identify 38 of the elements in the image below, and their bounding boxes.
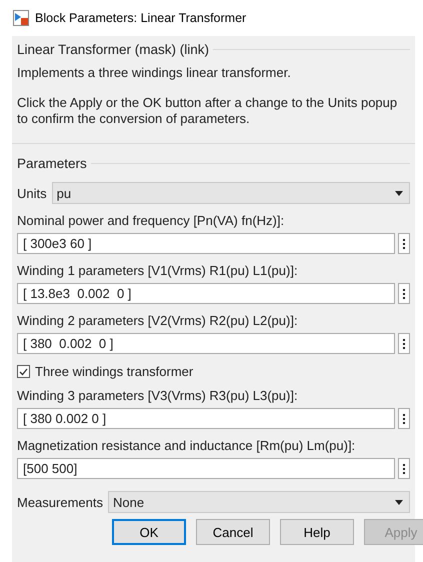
field-label: Units [17, 186, 47, 200]
dropdown[interactable]: None [108, 491, 410, 513]
input-field[interactable]: [ 380 0.002 0 ] [17, 408, 396, 429]
dialog-button[interactable]: Help [280, 519, 354, 545]
more-options-button[interactable] [398, 283, 410, 304]
dropdown[interactable]: pu [52, 182, 410, 204]
more-options-button[interactable] [398, 333, 410, 354]
dialog-button[interactable]: Cancel [196, 519, 270, 545]
description-text: Click the Apply or the OK button after a change to the Units popup to confirm the conversion of parameters. [17, 95, 398, 127]
field-label: Winding 3 parameters [V3(Vrms) R3(pu) L3(pu)]: [17, 388, 298, 403]
window-title: Block Parameters: Linear Transformer [35, 11, 246, 25]
field-label: Magnetization resistance and inductance [Rm(pu) Lm(pu)]: [17, 438, 356, 453]
checkmark-icon [19, 368, 28, 376]
dots-icon [403, 338, 406, 348]
field-label: Winding 2 parameters [V2(Vrms) R2(pu) L2(pu)]: [17, 313, 298, 328]
description-text: Implements a three windings linear transformer. [17, 65, 292, 81]
group-title: Linear Transformer (mask) (link) [17, 42, 210, 56]
dots-icon [403, 288, 406, 298]
dots-icon [403, 464, 406, 474]
field-label: Winding 1 parameters [V1(Vrms) R1(pu) L1(pu)]: [17, 263, 298, 278]
dialog-button[interactable]: OK [112, 519, 186, 545]
input-field[interactable]: [500 500] [17, 458, 396, 479]
caret-icon [395, 190, 403, 196]
input-field[interactable]: [ 380 0.002 0 ] [17, 333, 396, 354]
dots-icon [403, 414, 406, 424]
checkbox[interactable] [17, 365, 30, 378]
field-label: Measurements [17, 494, 103, 510]
checkbox-label: Three windings transformer [35, 364, 194, 379]
more-options-button[interactable] [398, 458, 410, 479]
more-options-button[interactable] [398, 233, 410, 254]
more-options-button[interactable] [398, 408, 410, 429]
group-title: Parameters [17, 156, 87, 170]
caret-icon [395, 500, 403, 504]
block-icon [13, 10, 29, 26]
dots-icon [403, 238, 406, 248]
input-field[interactable]: [ 13.8e3 0.002 0 ] [17, 283, 396, 304]
input-field[interactable]: [ 300e3 60 ] [17, 233, 396, 254]
field-label: Nominal power and frequency [Pn(VA) fn(Hz)]: [17, 213, 284, 228]
